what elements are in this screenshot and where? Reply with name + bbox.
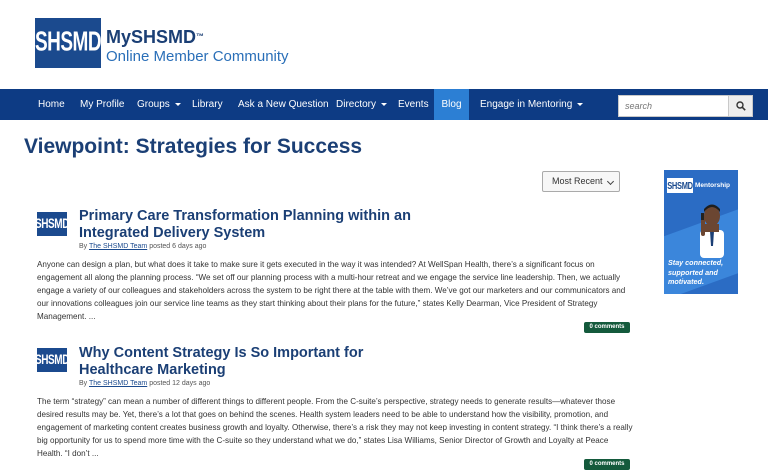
person-on-phone-icon <box>700 204 724 258</box>
sort-selected-value: Most Recent <box>552 176 603 186</box>
brand[interactable]: MySHSMD™ Online Member Community <box>106 27 289 66</box>
chevron-down-icon <box>577 102 584 106</box>
post-excerpt: Anyone can design a plan, but what does … <box>37 260 626 322</box>
chevron-down-icon <box>381 102 388 106</box>
logo-text: SHSMD <box>31 28 105 58</box>
nav-groups[interactable]: Groups <box>137 89 181 120</box>
post-byline: By The SHSMD Team posted 12 days ago <box>79 380 211 387</box>
post-author-logo: SHSMD <box>35 348 69 372</box>
nav-library[interactable]: Library <box>192 89 223 120</box>
sort-select[interactable]: Most Recent <box>542 171 620 192</box>
author-link[interactable]: The SHSMD Team <box>89 243 147 250</box>
post-byline: By The SHSMD Team posted 6 days ago <box>79 243 207 250</box>
ad-shsmd-logo: SHSMD <box>667 178 693 193</box>
post-author-logo: SHSMD <box>35 212 69 236</box>
post-title[interactable]: Why Content Strategy Is So Important for… <box>79 345 419 379</box>
nav-ask-question[interactable]: Ask a New Question <box>238 89 329 120</box>
post-excerpt: The term “strategy” can mean a number of… <box>37 397 633 459</box>
nav-my-profile[interactable]: My Profile <box>80 89 124 120</box>
mentorship-ad[interactable]: SHSMD Mentorship Stay connected, support… <box>664 170 738 294</box>
nav-home[interactable]: Home <box>38 89 65 120</box>
ad-tagline: Stay connected, supported and motivated. <box>668 258 724 286</box>
search-icon <box>735 101 746 111</box>
chevron-down-icon <box>174 102 181 106</box>
search-button[interactable] <box>728 95 753 117</box>
page-title: Viewpoint: Strategies for Success <box>24 135 363 158</box>
brand-subtitle: Online Member Community <box>106 48 289 65</box>
shsmd-logo[interactable]: SHSMD <box>31 18 105 68</box>
nav-blog[interactable]: Blog <box>434 89 469 120</box>
nav-engage-mentoring[interactable]: Engage in Mentoring <box>480 89 584 120</box>
brand-name: MySHSMD™ <box>106 27 205 47</box>
author-link[interactable]: The SHSMD Team <box>89 380 147 387</box>
nav-directory[interactable]: Directory <box>336 89 388 120</box>
nav-events[interactable]: Events <box>398 89 429 120</box>
site-header: SHSMD MySHSMD™ Online Member Community <box>0 0 768 89</box>
comments-badge[interactable]: 0 comments <box>584 322 630 333</box>
chevron-down-icon <box>606 177 615 186</box>
search-input[interactable] <box>618 95 729 117</box>
post-title[interactable]: Primary Care Transformation Planning wit… <box>79 208 419 242</box>
comments-badge[interactable]: 0 comments <box>584 459 630 470</box>
ad-heading: Mentorship <box>695 182 731 189</box>
